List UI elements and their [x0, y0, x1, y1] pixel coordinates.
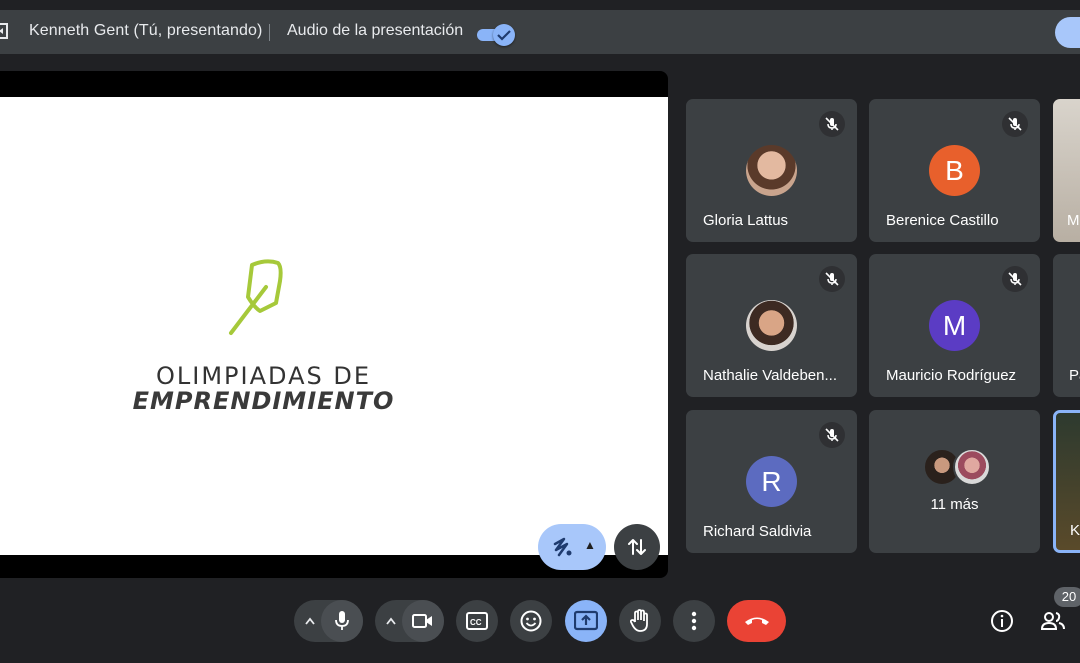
- caret-up-icon: ▲: [584, 538, 596, 552]
- present-now-button[interactable]: [565, 600, 607, 642]
- meeting-details-button[interactable]: [981, 600, 1023, 642]
- slide-title-line1: OLIMPIADAS DE: [156, 362, 371, 390]
- avatar: [746, 145, 797, 196]
- microphone-icon: [335, 611, 349, 630]
- people-icon: [1040, 612, 1065, 630]
- muted-mic-icon: [819, 111, 845, 137]
- participant-tile[interactable]: Nathalie Valdeben...: [686, 254, 857, 397]
- presentation-stage: OLIMPIADAS DE EMPRENDIMIENTO ▲: [0, 71, 668, 578]
- participant-tile-partial[interactable]: M: [1053, 99, 1080, 242]
- info-icon: [991, 610, 1013, 632]
- leave-call-button[interactable]: [727, 600, 786, 642]
- reactions-button[interactable]: [510, 600, 552, 642]
- participant-name: Ke: [1070, 522, 1080, 539]
- participant-tile[interactable]: B Berenice Castillo: [869, 99, 1040, 242]
- participant-tile-partial[interactable]: Pa: [1053, 254, 1080, 397]
- camera-button[interactable]: [402, 600, 444, 642]
- present-icon: [574, 610, 598, 631]
- participant-name: Gloria Lattus: [703, 212, 789, 229]
- presentation-audio-toggle[interactable]: [477, 24, 515, 46]
- participant-name: Pa: [1069, 367, 1080, 384]
- more-participants-label: 11 más: [930, 496, 979, 513]
- participant-tile[interactable]: M Mauricio Rodríguez: [869, 254, 1040, 397]
- avatar: R: [746, 456, 797, 507]
- more-vert-icon: [691, 611, 697, 631]
- call-controls: CC 20: [0, 587, 1080, 663]
- camera-icon: [412, 614, 432, 628]
- participant-tile-partial-self[interactable]: Ke: [1053, 410, 1080, 553]
- captions-button[interactable]: CC: [456, 600, 498, 642]
- participant-name: Nathalie Valdeben...: [703, 367, 837, 384]
- participant-name: Berenice Castillo: [886, 212, 999, 229]
- more-participants-tile[interactable]: 11 más: [869, 410, 1040, 553]
- presentation-audio-label: Audio de la presentación: [287, 22, 464, 39]
- avatar: B: [929, 145, 980, 196]
- microphone-button[interactable]: [321, 600, 363, 642]
- presentation-icon: [0, 23, 8, 39]
- pen-icon: [553, 537, 572, 557]
- swap-arrows-icon: [628, 539, 646, 555]
- participant-count-badge: 20: [1054, 587, 1080, 607]
- hand-icon: [630, 609, 648, 632]
- participant-name: Richard Saldivia: [703, 523, 812, 540]
- slide-title-line2: EMPRENDIMIENTO: [132, 387, 395, 415]
- participant-tile[interactable]: R Richard Saldivia: [686, 410, 857, 553]
- participant-name: Mauricio Rodríguez: [886, 367, 1017, 384]
- check-icon: [497, 30, 511, 41]
- muted-mic-icon: [819, 422, 845, 448]
- presentation-bar: Kenneth Gent (Tú, presentando) Audio de …: [0, 10, 1080, 54]
- hang-up-icon: [745, 617, 769, 625]
- svg-text:CC: CC: [470, 618, 482, 627]
- camera-control: [375, 600, 444, 642]
- participant-tile[interactable]: Gloria Lattus: [686, 99, 857, 242]
- muted-mic-icon: [819, 266, 845, 292]
- logo-mark-icon: [229, 259, 283, 335]
- captions-icon: CC: [466, 612, 488, 630]
- more-options-button[interactable]: [673, 600, 715, 642]
- chevron-up-icon[interactable]: [304, 616, 316, 626]
- chevron-up-icon[interactable]: [385, 616, 397, 626]
- avatar: M: [929, 300, 980, 351]
- presenter-label: Kenneth Gent (Tú, presentando): [29, 22, 263, 39]
- raise-hand-button[interactable]: [619, 600, 661, 642]
- microphone-control: [294, 600, 363, 642]
- shared-slide: OLIMPIADAS DE EMPRENDIMIENTO: [0, 97, 668, 555]
- swap-layout-button[interactable]: [614, 524, 660, 570]
- divider: [269, 24, 270, 41]
- stop-presenting-button[interactable]: [1055, 17, 1080, 48]
- muted-mic-icon: [1002, 266, 1028, 292]
- avatar: [953, 448, 991, 486]
- muted-mic-icon: [1002, 111, 1028, 137]
- participant-name: M: [1067, 212, 1080, 229]
- avatar: [746, 300, 797, 351]
- window-top-strip: [0, 0, 1080, 10]
- annotate-button[interactable]: ▲: [538, 524, 606, 570]
- emoji-icon: [520, 610, 542, 632]
